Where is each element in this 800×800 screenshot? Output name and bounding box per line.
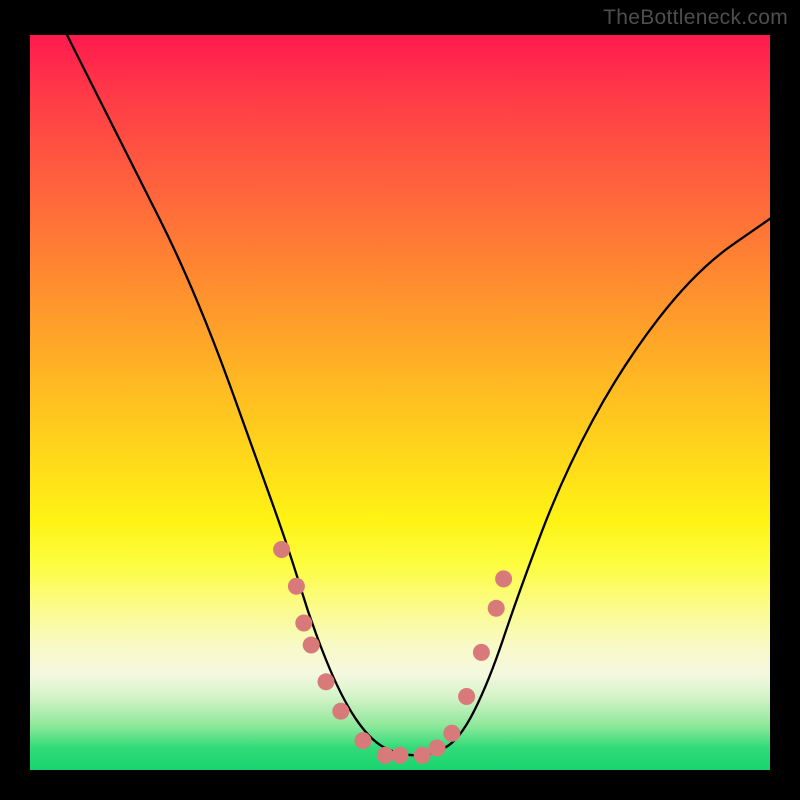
cluster-dot: [495, 570, 512, 587]
cluster-dot: [288, 578, 305, 595]
bottleneck-curve: [67, 35, 770, 755]
cluster-dot: [377, 747, 394, 764]
cluster-dot: [332, 703, 349, 720]
cluster-dot: [392, 747, 409, 764]
watermark-text: TheBottleneck.com: [603, 6, 788, 30]
cluster-dot: [318, 673, 335, 690]
cluster-dot: [488, 600, 505, 617]
cluster-dot: [443, 725, 460, 742]
cluster-dot: [473, 644, 490, 661]
cluster-dot: [273, 541, 290, 558]
cluster-dot: [414, 747, 431, 764]
dot-cluster: [273, 541, 512, 764]
cluster-dot: [303, 637, 320, 654]
curve-svg: [30, 35, 770, 770]
cluster-dot: [458, 688, 475, 705]
chart-frame: TheBottleneck.com: [0, 0, 800, 800]
cluster-dot: [355, 732, 372, 749]
plot-area: [30, 35, 770, 770]
cluster-dot: [295, 615, 312, 632]
cluster-dot: [429, 739, 446, 756]
